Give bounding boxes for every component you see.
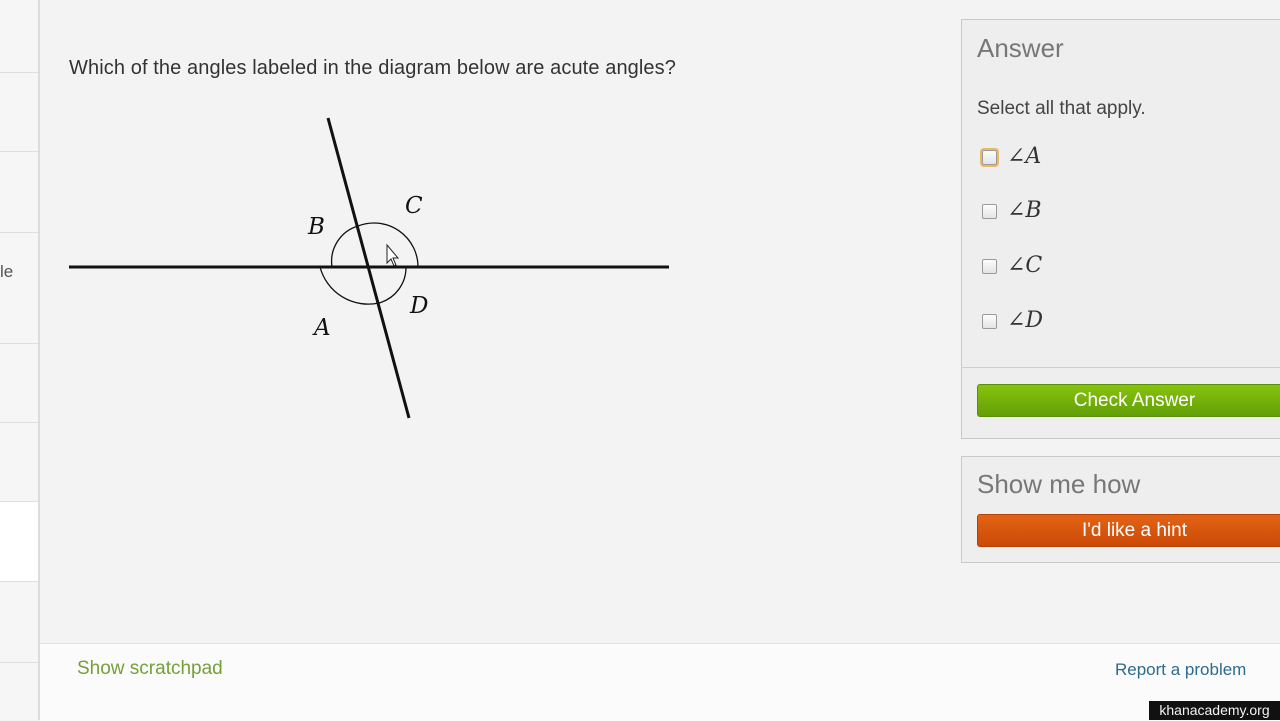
label-c: C [405,193,423,219]
hint-button[interactable]: I'd like a hint [977,514,1280,547]
arc-angle-d [378,266,407,304]
label-b: B [307,214,325,240]
angle-diagram: B C D A [69,117,669,419]
checkbox-b[interactable] [982,204,997,219]
sidebar-item[interactable] [0,73,38,152]
watermark: khanacademy.org [1149,701,1280,720]
mouse-cursor-icon [386,243,400,267]
sidebar-item[interactable] [0,233,38,344]
checkbox-c[interactable] [982,259,997,274]
sidebar-item-active[interactable] [0,502,38,582]
sidebar-item-label: le [0,262,14,281]
choice-a[interactable]: ∠A [982,144,1182,180]
label-d: D [409,293,428,319]
hint-title: Show me how [977,469,1141,499]
hint-panel: Show me how I'd like a hint [961,456,1280,563]
answer-instruction: Select all that apply. [977,98,1146,119]
choice-c[interactable]: ∠C [982,253,1182,289]
sidebar-item[interactable] [0,344,38,423]
choice-c-label: ∠C [1007,253,1043,278]
sidebar-item[interactable] [0,423,38,502]
choice-b-label: ∠B [1007,198,1042,223]
arc-angle-b [330,225,359,268]
question-text: Which of the angles labeled in the diagr… [69,57,676,79]
sidebar-item[interactable] [0,152,38,233]
check-answer-button[interactable]: Check Answer [977,384,1280,417]
choice-d-label: ∠D [1007,308,1044,333]
show-scratchpad-link[interactable]: Show scratchpad [77,658,223,680]
footer: Show scratchpad Report a problem [40,643,1280,721]
label-a: A [312,315,331,341]
checkbox-a[interactable] [982,150,997,165]
choice-d[interactable]: ∠D [982,308,1182,344]
answer-panel: Answer Select all that apply. ∠A ∠B ∠C ∠… [961,19,1280,439]
checkbox-d[interactable] [982,314,997,329]
divider [962,367,1280,368]
sidebar-item[interactable] [0,0,38,73]
choice-b[interactable]: ∠B [982,198,1182,234]
report-problem-link[interactable]: Report a problem [1115,660,1246,680]
answer-title: Answer [977,33,1064,63]
choice-a-label: ∠A [1007,144,1042,169]
sidebar: le [0,0,40,720]
sidebar-item[interactable] [0,582,38,663]
